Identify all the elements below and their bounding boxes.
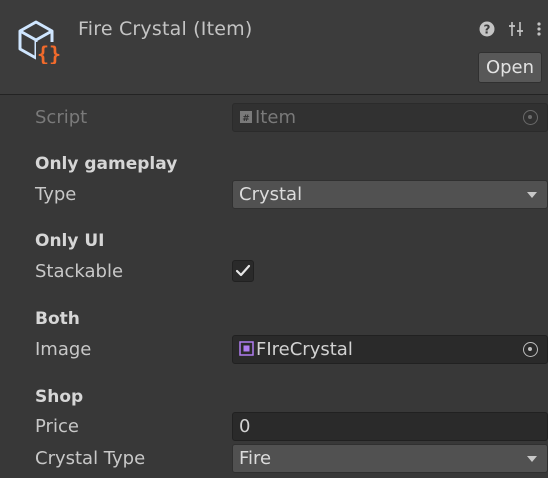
image-field[interactable]: FIreCrystal <box>232 335 548 364</box>
script-row: Script # Item <box>0 103 548 133</box>
stackable-label: Stackable <box>35 261 124 282</box>
object-picker-icon <box>523 110 538 125</box>
section-header: Both <box>35 309 80 329</box>
open-button[interactable]: Open <box>478 52 542 83</box>
sprite-icon <box>239 341 254 356</box>
chevron-down-icon <box>527 456 537 462</box>
image-row: Image FIreCrystal <box>0 335 548 365</box>
scriptable-object-icon: {} <box>18 20 62 64</box>
preset-icon[interactable] <box>507 20 525 38</box>
section-header: Shop <box>35 387 84 407</box>
type-dropdown[interactable]: Crystal <box>232 180 548 209</box>
stackable-checkbox[interactable] <box>232 260 254 282</box>
price-input[interactable]: 0 <box>232 412 548 441</box>
script-value: Item <box>255 107 296 128</box>
svg-text:?: ? <box>484 23 491 37</box>
price-row: Price 0 <box>0 412 548 442</box>
kebab-menu-icon[interactable] <box>533 20 545 38</box>
checkmark-icon <box>235 264 251 277</box>
help-icon[interactable]: ? <box>478 20 496 38</box>
type-value: Crystal <box>239 184 303 205</box>
crystal-type-dropdown[interactable]: Fire <box>232 444 548 473</box>
image-value: FIreCrystal <box>256 339 353 360</box>
type-row: Type Crystal <box>0 180 548 210</box>
inspector-body: Script # Item Only gameplay Type Crystal… <box>0 96 548 478</box>
script-field: # Item <box>232 103 548 132</box>
object-picker-icon[interactable] <box>523 342 538 357</box>
script-label: Script <box>35 107 88 128</box>
crystal-type-row: Crystal Type Fire <box>0 444 548 474</box>
crystal-type-label: Crystal Type <box>35 448 146 469</box>
svg-text:{}: {} <box>37 42 61 64</box>
cs-script-icon: # <box>240 110 252 124</box>
stackable-row: Stackable <box>0 257 548 287</box>
image-label: Image <box>35 339 92 360</box>
asset-title: Fire Crystal (Item) <box>78 18 253 40</box>
type-label: Type <box>35 184 77 205</box>
price-label: Price <box>35 416 79 437</box>
inspector-header: {} Fire Crystal (Item) ? Open <box>0 0 548 95</box>
crystal-type-value: Fire <box>239 448 272 469</box>
svg-text:#: # <box>242 114 250 124</box>
chevron-down-icon <box>527 192 537 198</box>
section-header: Only UI <box>35 231 105 251</box>
section-header: Only gameplay <box>35 154 178 174</box>
